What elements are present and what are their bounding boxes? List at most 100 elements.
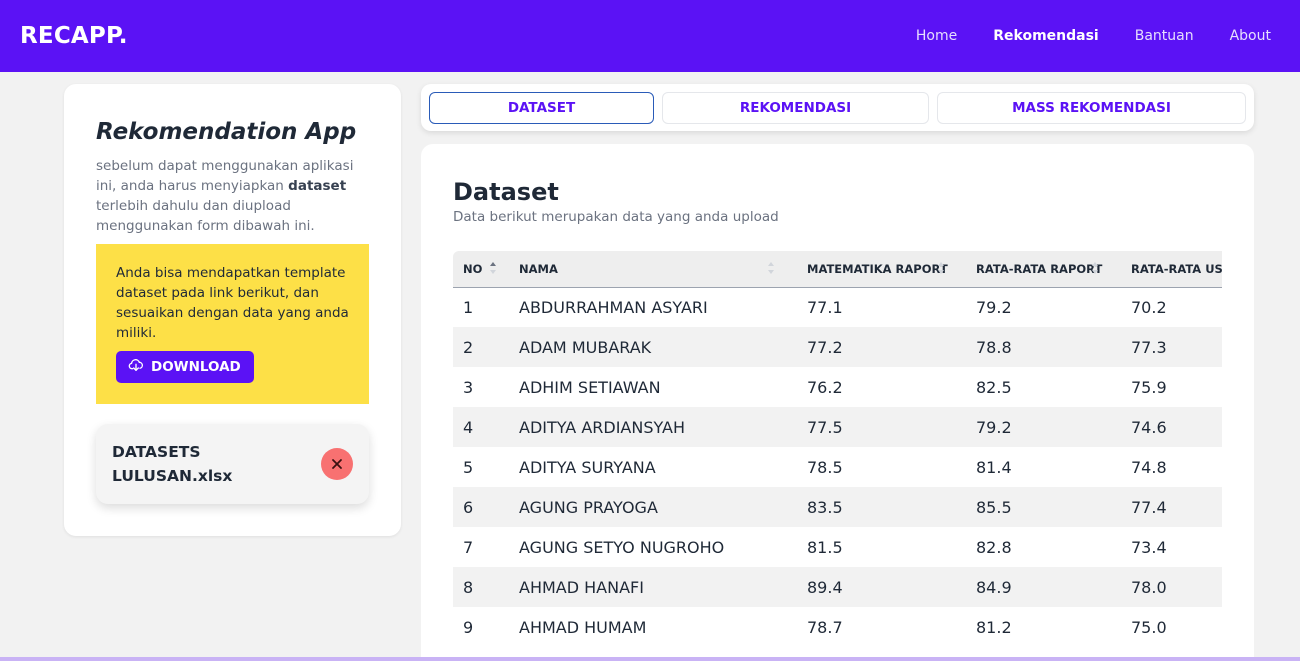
dataset-table-container[interactable]: NO NAMA MATEMATIKA RAPORT RATA-RATA RAPO… <box>453 251 1222 647</box>
table-cell: 1 <box>463 297 474 317</box>
table-cell: 79.2 <box>976 297 1012 317</box>
intro-text: sebelum dapat menggunakan aplikasi ini, … <box>96 156 369 236</box>
nav-link-rekomendasi[interactable]: Rekomendasi <box>993 28 1098 44</box>
table-cell: AGUNG PRAYOGA <box>509 487 797 527</box>
column-header-matematika[interactable]: MATEMATIKA RAPORT <box>797 251 966 288</box>
table-row[interactable]: 1 ABDURRAHMAN ASYARI 77.1 79.2 70.2 <box>453 287 1222 327</box>
app-title: Rekomendation App <box>96 119 357 145</box>
table-body: 1 ABDURRAHMAN ASYARI 77.1 79.2 70.2 2 ADAM MUB… <box>453 287 1222 647</box>
intro-text-bold: dataset <box>288 178 347 194</box>
column-header-label: MATEMATIKA RAPORT <box>807 261 948 276</box>
table-row[interactable]: 4 ADITYA ARDIANSYAH 77.5 79.2 74.6 <box>453 407 1222 447</box>
sort-icon <box>768 262 774 274</box>
sort-icon <box>490 262 496 274</box>
table-cell: 8 <box>453 567 509 607</box>
column-header-no[interactable]: NO <box>453 251 509 288</box>
table-cell: AGUNG SETYO NUGROHO <box>519 537 725 557</box>
table-cell: ABDURRAHMAN ASYARI <box>519 297 708 317</box>
table-cell: 5 <box>463 457 474 477</box>
column-header-label: NO <box>463 261 483 276</box>
table-cell: AHMAD HANAFI <box>509 567 797 607</box>
dataset-table: NO NAMA MATEMATIKA RAPORT RATA-RATA RAPO… <box>453 251 1222 647</box>
dataset-subtitle: Data berikut merupakan data yang anda up… <box>453 209 779 225</box>
table-cell: 9 <box>463 617 474 637</box>
table-cell: 77.4 <box>1121 487 1222 527</box>
nav-link-about[interactable]: About <box>1230 28 1271 44</box>
table-cell: 2 <box>453 327 509 367</box>
table-cell: 70.2 <box>1131 297 1167 317</box>
sort-icon <box>938 262 944 274</box>
table-cell: ADAM MUBARAK <box>509 327 797 367</box>
table-cell: 75.0 <box>1131 617 1167 637</box>
table-cell: 81.2 <box>976 617 1012 637</box>
table-cell: 78.8 <box>966 327 1121 367</box>
brand-logo[interactable]: RECAPP. <box>20 23 128 49</box>
table-cell: 78.7 <box>807 617 843 637</box>
nav-link-bantuan[interactable]: Bantuan <box>1135 28 1194 44</box>
table-cell: 81.4 <box>976 457 1012 477</box>
table-cell: ADHIM SETIAWAN <box>519 377 661 397</box>
cloud-download-icon <box>128 357 144 377</box>
upload-panel: Rekomendation App sebelum dapat mengguna… <box>64 84 401 536</box>
table-cell: 79.2 <box>966 407 1121 447</box>
table-cell: 74.6 <box>1121 407 1222 447</box>
table-cell: 82.8 <box>976 537 1012 557</box>
table-cell: 76.2 <box>807 377 843 397</box>
table-cell: 81.5 <box>807 537 843 557</box>
dataset-title: Dataset <box>453 178 559 206</box>
table-cell: 85.5 <box>966 487 1121 527</box>
table-cell: 3 <box>463 377 474 397</box>
notice-text: Anda bisa mendapatkan template dataset p… <box>116 265 349 341</box>
dataset-panel: Dataset Data berikut merupakan data yang… <box>421 144 1254 661</box>
column-header-rata-raport[interactable]: RATA-RATA RAPORT <box>966 251 1121 288</box>
remove-file-button[interactable] <box>321 448 353 480</box>
column-header-label: RATA-RATA RAPORT <box>976 261 1103 276</box>
table-row[interactable]: 5 ADITYA SURYANA 78.5 81.4 74.8 <box>453 447 1222 487</box>
download-label: DOWNLOAD <box>151 359 241 375</box>
table-cell: 7 <box>463 537 474 557</box>
table-row[interactable]: 9 AHMAD HUMAM 78.7 81.2 75.0 <box>453 607 1222 647</box>
table-cell: 77.3 <box>1121 327 1222 367</box>
table-header-row: NO NAMA MATEMATIKA RAPORT RATA-RATA RAPO… <box>453 251 1222 288</box>
table-cell: ADITYA ARDIANSYAH <box>509 407 797 447</box>
table-cell: 84.9 <box>966 567 1121 607</box>
column-header-nama[interactable]: NAMA <box>509 251 797 288</box>
table-cell: 77.1 <box>807 297 843 317</box>
table-row[interactable]: 3 ADHIM SETIAWAN 76.2 82.5 75.9 <box>453 367 1222 407</box>
table-cell: 83.5 <box>797 487 966 527</box>
table-row[interactable]: 8 AHMAD HANAFI 89.4 84.9 78.0 <box>453 567 1222 607</box>
sort-icon <box>1092 262 1098 274</box>
table-cell: 77.5 <box>797 407 966 447</box>
table-cell: 4 <box>453 407 509 447</box>
download-button[interactable]: DOWNLOAD <box>116 351 254 383</box>
close-icon <box>331 455 343 474</box>
tab-mass-rekomendasi[interactable]: MASS REKOMENDASI <box>937 92 1246 124</box>
uploaded-file-card: DATASETS LULUSAN.xlsx <box>96 424 369 504</box>
table-cell: 78.5 <box>807 457 843 477</box>
nav-links: Home Rekomendasi Bantuan About <box>916 28 1271 44</box>
table-cell: 73.4 <box>1131 537 1167 557</box>
table-cell: 74.8 <box>1131 457 1167 477</box>
table-row[interactable]: 7 AGUNG SETYO NUGROHO 81.5 82.8 73.4 <box>453 527 1222 567</box>
tab-rekomendasi[interactable]: REKOMENDASI <box>662 92 929 124</box>
navbar: RECAPP. Home Rekomendasi Bantuan About <box>0 0 1300 72</box>
table-cell: 77.2 <box>797 327 966 367</box>
column-header-label: RATA-RATA US <box>1131 261 1222 276</box>
table-cell: AHMAD HUMAM <box>519 617 647 637</box>
template-notice: Anda bisa mendapatkan template dataset p… <box>96 244 369 404</box>
tab-dataset[interactable]: DATASET <box>429 92 654 124</box>
scroll-indicator <box>0 657 1300 661</box>
table-row[interactable]: 6 AGUNG PRAYOGA 83.5 85.5 77.4 <box>453 487 1222 527</box>
tabs-bar: DATASET REKOMENDASI MASS REKOMENDASI <box>421 84 1254 131</box>
table-cell: 75.9 <box>1131 377 1167 397</box>
uploaded-file-name: DATASETS LULUSAN.xlsx <box>112 443 233 485</box>
table-cell: ADITYA SURYANA <box>519 457 656 477</box>
table-cell: 6 <box>453 487 509 527</box>
nav-link-home[interactable]: Home <box>916 28 957 44</box>
table-cell: 82.5 <box>976 377 1012 397</box>
intro-text-end: terlebih dahulu dan diupload menggunakan… <box>96 198 315 234</box>
column-header-rata-us[interactable]: RATA-RATA US <box>1121 251 1222 288</box>
table-cell: 89.4 <box>797 567 966 607</box>
table-row[interactable]: 2 ADAM MUBARAK 77.2 78.8 77.3 <box>453 327 1222 367</box>
column-header-label: NAMA <box>519 261 558 276</box>
